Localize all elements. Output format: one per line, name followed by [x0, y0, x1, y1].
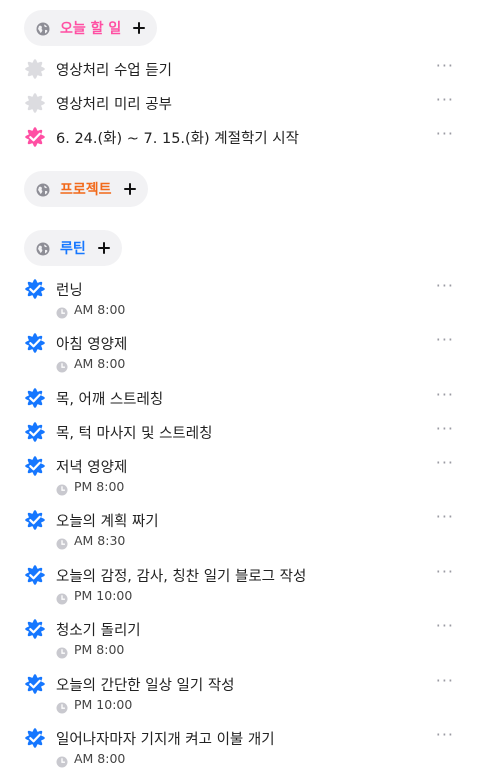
add-today-button[interactable]: [133, 22, 146, 34]
item-label[interactable]: 오늘의 감정, 감사, 칭찬 일기 블로그 작성: [56, 565, 306, 586]
item-label[interactable]: 6. 24.(화) ~ 7. 15.(화) 계절학기 시작: [56, 127, 299, 148]
more-options-icon[interactable]: ···: [436, 507, 454, 526]
more-options-icon[interactable]: ···: [436, 385, 454, 404]
checkbox[interactable]: [24, 58, 46, 80]
item-label[interactable]: 목, 턱 마사지 및 스트레칭: [56, 422, 212, 443]
checked-checkbox[interactable]: [24, 332, 46, 354]
project-section-chip[interactable]: 프로젝트: [24, 171, 148, 207]
checkbox[interactable]: [24, 92, 46, 114]
checked-checkbox[interactable]: [24, 421, 46, 443]
reminder-time-label: AM 8:00: [74, 356, 126, 371]
reminder-time-label: AM 8:30: [74, 533, 126, 548]
add-project-button[interactable]: [123, 183, 136, 195]
more-options-icon[interactable]: ···: [436, 276, 454, 295]
checked-checkbox[interactable]: [24, 278, 46, 300]
clock-icon: [56, 304, 68, 318]
reminder-time-label: AM 8:00: [74, 302, 126, 317]
checked-checkbox[interactable]: [24, 387, 46, 409]
item-label[interactable]: 영상처리 미리 공부: [56, 93, 172, 114]
clock-icon: [56, 753, 68, 767]
reminder-time: AM 8:00: [56, 302, 126, 318]
globe-icon: [36, 241, 50, 256]
clock-icon: [56, 481, 68, 495]
checked-checkbox[interactable]: [24, 509, 46, 531]
item-label[interactable]: 오늘의 계획 짜기: [56, 510, 159, 531]
item-label[interactable]: 런닝: [56, 279, 83, 300]
clock-icon: [56, 699, 68, 713]
item-label[interactable]: 목, 어깨 스트레칭: [56, 388, 163, 409]
more-options-icon[interactable]: ···: [436, 124, 454, 143]
reminder-time: AM 8:00: [56, 356, 126, 372]
checked-checkbox[interactable]: [24, 727, 46, 749]
reminder-time: AM 8:00: [56, 751, 126, 767]
more-options-icon[interactable]: ···: [436, 56, 454, 75]
more-options-icon[interactable]: ···: [436, 671, 454, 690]
reminder-time-label: PM 10:00: [74, 697, 133, 712]
reminder-time-label: PM 8:00: [74, 642, 125, 657]
item-label[interactable]: 일어나자마자 기지개 켜고 이불 개기: [56, 728, 275, 749]
checked-checkbox[interactable]: [24, 455, 46, 477]
reminder-time: PM 8:00: [56, 479, 125, 495]
clock-icon: [56, 358, 68, 372]
more-options-icon[interactable]: ···: [436, 725, 454, 744]
reminder-time: AM 8:30: [56, 533, 126, 549]
more-options-icon[interactable]: ···: [436, 453, 454, 472]
reminder-time: PM 10:00: [56, 588, 133, 604]
checked-checkbox[interactable]: [24, 673, 46, 695]
project-section-title: 프로젝트: [60, 182, 112, 198]
reminder-time: PM 8:00: [56, 642, 125, 658]
clock-icon: [56, 535, 68, 549]
item-label[interactable]: 아침 영양제: [56, 333, 127, 354]
checked-checkbox[interactable]: [24, 618, 46, 640]
globe-icon: [36, 182, 50, 197]
reminder-time: PM 10:00: [56, 697, 133, 713]
clock-icon: [56, 644, 68, 658]
item-label[interactable]: 영상처리 수업 듣기: [56, 59, 172, 80]
clock-icon: [56, 590, 68, 604]
today-section-chip[interactable]: 오늘 할 일: [24, 10, 158, 46]
routine-section-chip[interactable]: 루틴: [24, 230, 122, 266]
item-label[interactable]: 청소기 돌리기: [56, 619, 141, 640]
more-options-icon[interactable]: ···: [436, 419, 454, 438]
item-label[interactable]: 저녁 영양제: [56, 456, 127, 477]
more-options-icon[interactable]: ···: [436, 90, 454, 109]
routine-section-title: 루틴: [60, 241, 86, 257]
reminder-time-label: PM 10:00: [74, 588, 133, 603]
more-options-icon[interactable]: ···: [436, 330, 454, 349]
more-options-icon[interactable]: ···: [436, 562, 454, 581]
globe-icon: [36, 21, 50, 36]
reminder-time-label: PM 8:00: [74, 479, 125, 494]
checked-checkbox[interactable]: [24, 126, 46, 148]
add-routine-button[interactable]: [97, 242, 110, 254]
more-options-icon[interactable]: ···: [436, 616, 454, 635]
item-label[interactable]: 오늘의 간단한 일상 일기 작성: [56, 674, 235, 695]
reminder-time-label: AM 8:00: [74, 751, 126, 766]
checked-checkbox[interactable]: [24, 564, 46, 586]
today-section-title: 오늘 할 일: [60, 21, 122, 37]
